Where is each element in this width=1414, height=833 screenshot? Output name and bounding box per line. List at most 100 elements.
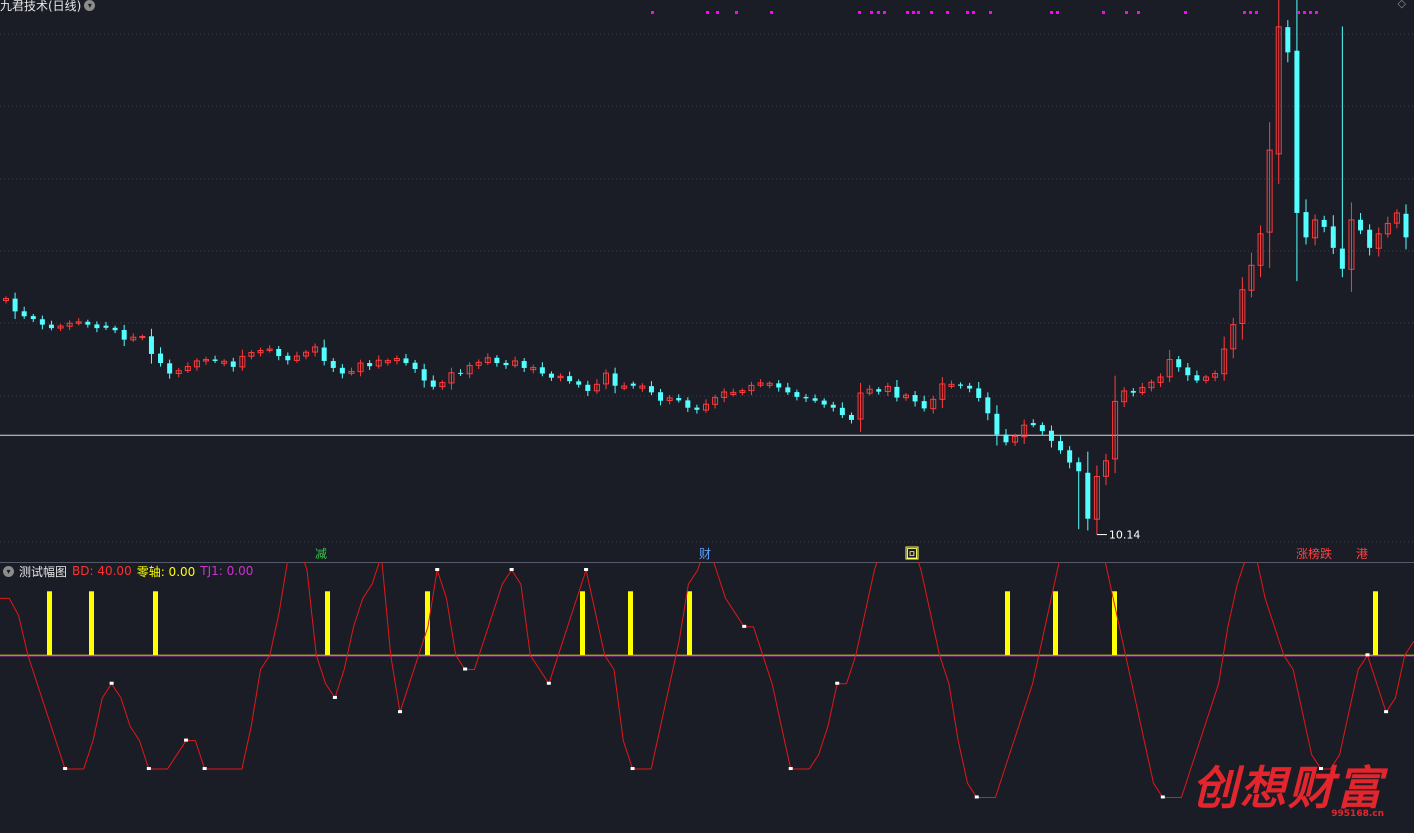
legend-zero-axis: 零轴: 0.00: [136, 564, 196, 579]
main-chart-title: 九君技术(日线): [0, 0, 82, 13]
candle: [448, 367, 455, 390]
settings-icon[interactable]: ▾: [84, 0, 96, 11]
event-marker: 港: [1356, 547, 1368, 561]
candle: [1148, 379, 1155, 392]
candle-body: [212, 359, 218, 361]
candle: [248, 350, 255, 360]
candle: [967, 382, 973, 393]
signal-dot: [770, 11, 773, 14]
candle: [3, 296, 9, 304]
candle-body: [985, 397, 991, 414]
signal-dot: [706, 11, 709, 14]
candlestick-panel[interactable]: 24.5410.14减财回涨榜跌港: [0, 0, 1414, 562]
diamond-icon[interactable]: ◇: [1398, 0, 1406, 10]
main-chart-title-bar: 九君技术(日线) ▾: [0, 0, 98, 14]
candle: [39, 315, 45, 330]
candle: [293, 351, 300, 363]
candle: [694, 404, 700, 414]
collapse-icon[interactable]: ▾: [3, 565, 14, 577]
candle-body: [30, 316, 36, 320]
signal-dot: [1315, 11, 1318, 14]
turn-marker: [463, 667, 468, 671]
candle-body: [967, 385, 973, 389]
signal-dot: [1056, 11, 1059, 14]
signal-dot: [716, 11, 719, 14]
candle: [412, 359, 418, 373]
candle: [930, 395, 937, 414]
candle: [303, 349, 309, 360]
event-marker: 减: [315, 547, 327, 561]
candle: [1030, 419, 1036, 428]
candle-body: [1067, 450, 1073, 463]
candle: [1330, 215, 1336, 255]
event-marker: 涨榜跌: [1296, 546, 1332, 561]
indicator-name: 测试幅图: [19, 564, 68, 579]
candle: [585, 380, 591, 396]
signal-dot: [1184, 11, 1187, 14]
candle: [1367, 224, 1373, 256]
candle: [384, 358, 391, 366]
turn-marker: [584, 568, 589, 571]
candle: [503, 359, 509, 369]
candle: [994, 405, 1000, 446]
candle-body: [912, 395, 918, 402]
signal-dot: [1309, 11, 1312, 14]
signal-dot: [946, 11, 949, 14]
candle-body: [976, 388, 982, 398]
candle: [257, 347, 264, 357]
signal-dot: [989, 11, 992, 14]
candle-body: [812, 398, 818, 401]
candle-body: [794, 392, 800, 397]
candle-body: [330, 361, 336, 368]
candle: [1157, 373, 1164, 387]
candle: [630, 381, 636, 389]
candle: [939, 377, 946, 409]
candle-body: [421, 369, 427, 381]
signal-dot: [1137, 11, 1140, 14]
legend-bd: BD: 40.00: [72, 564, 132, 578]
candle: [475, 359, 482, 370]
candle: [521, 358, 527, 373]
candle-body: [839, 407, 845, 416]
turn-marker: [332, 695, 337, 699]
signal-dot: [906, 11, 909, 14]
candle: [1085, 451, 1091, 531]
candle: [48, 320, 54, 331]
candle-body: [139, 336, 146, 339]
candle-body: [785, 387, 791, 393]
candle: [1393, 209, 1400, 229]
signal-bar: [1005, 591, 1010, 656]
candle: [821, 398, 827, 408]
candle: [976, 382, 982, 402]
candle-body: [1003, 434, 1009, 443]
candle-body: [612, 373, 618, 386]
candle-body: [658, 392, 664, 401]
candle: [1139, 382, 1146, 396]
candle: [439, 380, 446, 390]
candle: [648, 381, 654, 396]
candle: [148, 328, 154, 364]
candle: [21, 306, 27, 319]
turn-marker: [435, 568, 440, 571]
turn-marker: [546, 681, 551, 685]
candle-body: [121, 329, 127, 340]
turn-marker: [109, 681, 114, 685]
candle-body: [876, 389, 882, 392]
candle: [1121, 387, 1128, 408]
candle: [75, 318, 82, 326]
candle: [621, 382, 628, 391]
candle: [175, 367, 182, 378]
candle: [766, 381, 773, 389]
candle-body: [103, 325, 109, 328]
candle-body: [112, 327, 118, 331]
candle: [576, 379, 582, 388]
candle: [458, 369, 464, 376]
candle: [1312, 214, 1319, 246]
turn-marker: [788, 767, 793, 771]
signal-dot: [972, 11, 975, 14]
indicator-title-bar: ▾ 测试幅图 BD: 40.00 零轴: 0.00 TJ1: 0.00: [0, 562, 258, 580]
candle: [1375, 227, 1382, 257]
signal-dot: [1255, 11, 1258, 14]
candle: [721, 388, 728, 403]
candle: [912, 391, 918, 407]
